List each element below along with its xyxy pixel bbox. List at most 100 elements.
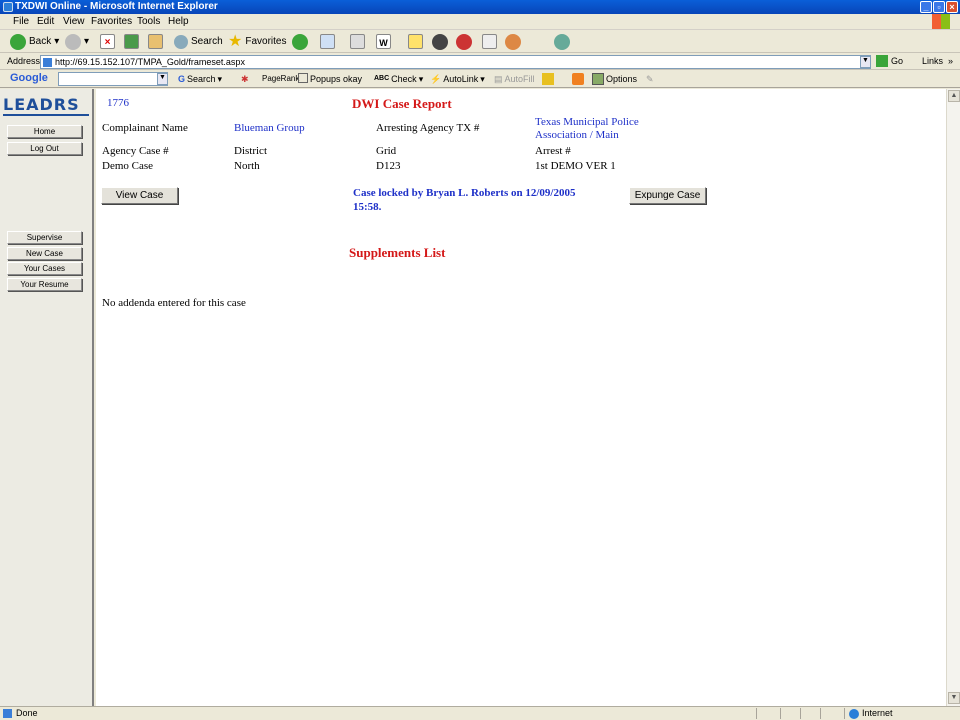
menu-tools[interactable]: Tools [137, 16, 160, 27]
history-icon[interactable] [292, 34, 308, 50]
back-arrow-icon [10, 34, 26, 50]
expunge-case-button[interactable]: Expunge Case [629, 187, 706, 204]
autofill-icon: ▤ [494, 74, 503, 84]
google-search-button[interactable]: G Search ▾ [178, 73, 222, 85]
menu-favorites[interactable]: Favorites [91, 16, 132, 27]
news-icon[interactable]: ✱ [241, 73, 249, 85]
logout-button[interactable]: Log Out [7, 142, 82, 155]
case-number: 1776 [107, 97, 129, 109]
google-search-input[interactable] [58, 72, 168, 86]
leadrs-logo: LEADRS [3, 95, 89, 116]
go-button[interactable]: Go [876, 55, 903, 67]
home-button[interactable]: Home [7, 125, 82, 138]
popup-icon [298, 73, 308, 83]
menu-bar: File Edit View Favorites Tools Help [0, 14, 960, 30]
links-chevron-icon[interactable]: » [948, 56, 953, 66]
grid-label: Grid [376, 145, 397, 157]
pagerank-indicator: PageRank [262, 74, 300, 83]
logo-underline [3, 114, 89, 116]
home-icon[interactable] [148, 34, 163, 49]
minimize-button[interactable]: _ [920, 1, 932, 13]
scroll-up-icon[interactable]: ▲ [948, 90, 960, 102]
notes-icon[interactable] [408, 34, 423, 49]
no-addenda-message: No addenda entered for this case [102, 297, 246, 309]
status-bar: Done Internet [0, 706, 960, 720]
popups-button[interactable]: Popups okay [298, 73, 362, 85]
arrest-number-value: 1st DEMO VER 1 [535, 160, 616, 172]
refresh-icon[interactable] [124, 34, 139, 49]
google-logo[interactable]: Google [10, 72, 48, 84]
case-report-frame: 1776 DWI Case Report Complainant Name Bl… [96, 89, 946, 706]
ie-icon [3, 2, 13, 12]
grid-value: D123 [376, 160, 401, 172]
agency-value-line1: Texas Municipal Police [535, 116, 639, 128]
supplements-title: Supplements List [349, 245, 446, 260]
print-icon[interactable] [350, 34, 365, 49]
forward-button[interactable]: ▾ [65, 34, 89, 50]
windows-logo-icon [932, 14, 950, 29]
address-bar: Address http://69.15.152.107/TMPA_Gold/f… [0, 54, 960, 70]
new-case-button[interactable]: New Case [7, 247, 82, 260]
status-divider [800, 708, 801, 719]
report-title: DWI Case Report [352, 96, 452, 111]
address-input[interactable]: http://69.15.152.107/TMPA_Gold/frameset.… [40, 55, 871, 69]
supervise-button[interactable]: Supervise [7, 231, 82, 244]
window-title: TXDWI Online - Microsoft Internet Explor… [15, 1, 218, 12]
close-button[interactable]: × [946, 1, 958, 13]
status-divider [844, 708, 845, 719]
view-case-button[interactable]: View Case [101, 187, 178, 204]
star-icon: ★ [228, 33, 243, 50]
address-dropdown-icon[interactable]: ▼ [860, 56, 871, 68]
highlighter-icon[interactable]: ✎ [646, 73, 654, 85]
complainant-value: Blueman Group [234, 122, 305, 134]
edit-word-icon[interactable]: W [376, 34, 391, 49]
left-nav-frame: LEADRS Home Log Out Supervise New Case Y… [0, 89, 94, 706]
stop-icon[interactable]: × [100, 34, 115, 49]
google-toolbar: Google ▼ G Search ▾ ✱ PageRank Popups oka… [0, 70, 960, 88]
mail-icon[interactable] [320, 34, 335, 49]
page-icon [43, 58, 52, 67]
forward-arrow-icon [65, 34, 81, 50]
autolink-button[interactable]: ⚡ AutoLink ▾ [430, 73, 485, 85]
blogger-icon[interactable] [572, 73, 584, 85]
lock-message-line1: Case locked by Bryan L. Roberts on 12/09… [353, 187, 576, 199]
autofill-button[interactable]: ▤ AutoFill [494, 73, 535, 85]
internet-zone-icon [849, 709, 859, 719]
search-icon [174, 35, 188, 49]
spellcheck-button[interactable]: ABC Check ▾ [374, 73, 423, 85]
status-divider [756, 708, 757, 719]
medal-icon[interactable] [505, 34, 521, 50]
agency-case-value: Demo Case [102, 160, 154, 172]
menu-file[interactable]: File [13, 16, 29, 27]
bookmark-up-icon[interactable] [542, 73, 554, 85]
title-bar: TXDWI Online - Microsoft Internet Explor… [0, 0, 960, 14]
maximize-button[interactable]: ▫ [933, 1, 945, 13]
research-icon[interactable] [456, 34, 472, 50]
menu-edit[interactable]: Edit [37, 16, 54, 27]
phone-icon[interactable] [482, 34, 497, 49]
links-button[interactable]: Links [922, 56, 943, 66]
menu-view[interactable]: View [63, 16, 85, 27]
your-resume-button[interactable]: Your Resume [7, 278, 82, 291]
complainant-label: Complainant Name [102, 122, 188, 134]
address-label: Address [7, 56, 41, 66]
search-button[interactable]: Search [174, 34, 223, 50]
menu-help[interactable]: Help [168, 16, 189, 27]
back-button[interactable]: Back ▾ [10, 34, 59, 50]
your-cases-button[interactable]: Your Cases [7, 262, 82, 275]
status-divider [780, 708, 781, 719]
google-dropdown-icon[interactable]: ▼ [157, 73, 168, 85]
lock-message-line2: 15:58. [353, 201, 382, 213]
district-value: North [234, 160, 260, 172]
standard-toolbar: Back ▾ ▾ × Search ★ Favorites W [0, 31, 960, 53]
options-button[interactable]: Options [592, 73, 637, 85]
scroll-down-icon[interactable]: ▼ [948, 692, 960, 704]
wand-icon: ⚡ [430, 74, 442, 84]
zone-text: Internet [862, 708, 893, 718]
abc-check-icon: ABC [374, 75, 390, 82]
vertical-scrollbar[interactable]: ▲ ▼ [946, 89, 960, 706]
messenger-icon[interactable] [432, 34, 448, 50]
users-icon[interactable] [554, 34, 570, 50]
favorites-button[interactable]: ★ Favorites [228, 34, 286, 50]
google-g-icon: G [178, 74, 186, 84]
